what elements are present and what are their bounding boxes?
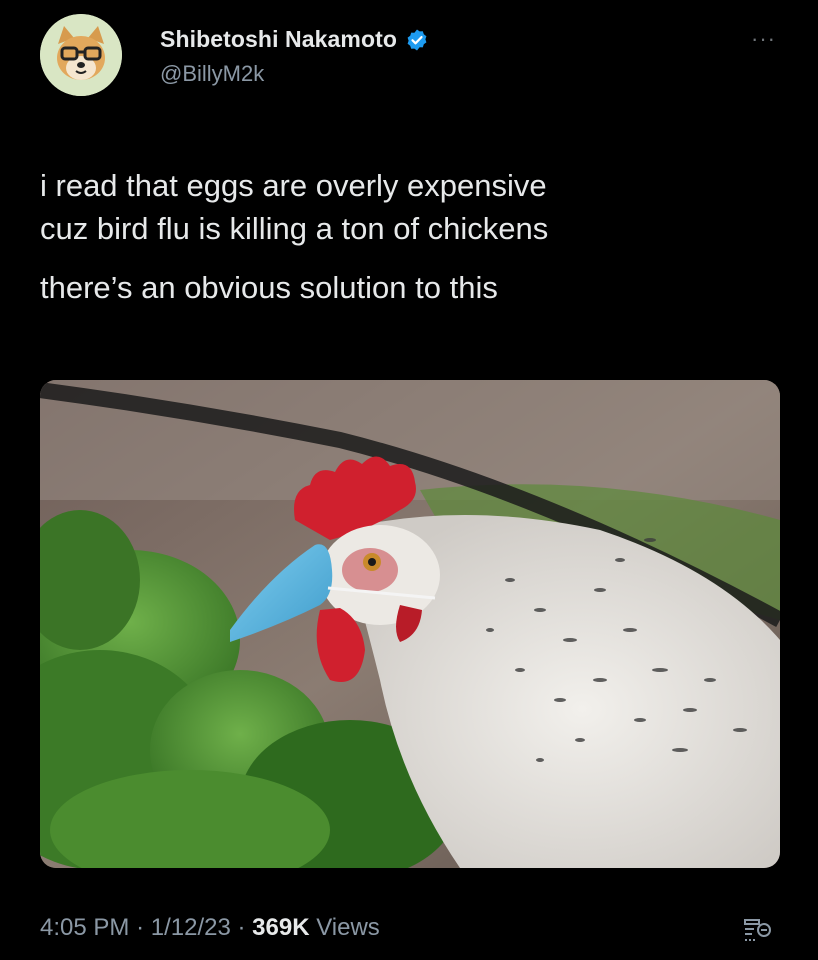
user-handle[interactable]: @BillyM2k: [160, 61, 429, 87]
tweet-line-3: there’s an obvious solution to this: [40, 270, 498, 305]
shiba-dog-icon: [40, 14, 122, 96]
meta-separator: ·: [136, 914, 145, 941]
chicken-with-mask-photo-icon: [40, 380, 780, 868]
tweet-date[interactable]: 1/12/23: [151, 914, 231, 941]
meta-separator: ·: [237, 914, 246, 941]
tweet-text: i read that eggs are overly expensive cu…: [40, 164, 780, 309]
tweet-line-1: i read that eggs are overly expensive: [40, 168, 547, 203]
avatar[interactable]: [40, 14, 122, 96]
name-row: Shibetoshi Nakamoto: [160, 26, 429, 53]
analytics-icon[interactable]: [742, 916, 772, 946]
views-count: 369K: [252, 914, 310, 941]
tweet-photo[interactable]: [40, 380, 780, 868]
views-label: Views: [316, 914, 380, 941]
tweet-meta: 4:05 PM · 1/12/23 · 369K Views: [40, 914, 380, 942]
tweet-card: Shibetoshi Nakamoto @BillyM2k ··· i read…: [0, 0, 818, 960]
tweet-time[interactable]: 4:05 PM: [40, 914, 129, 941]
tweet-line-2: cuz bird flu is killing a ton of chicken…: [40, 211, 549, 246]
more-options-button[interactable]: ···: [751, 26, 776, 52]
verified-badge-icon: [407, 29, 427, 50]
author-block: Shibetoshi Nakamoto @BillyM2k: [160, 26, 429, 87]
display-name[interactable]: Shibetoshi Nakamoto: [160, 26, 397, 53]
